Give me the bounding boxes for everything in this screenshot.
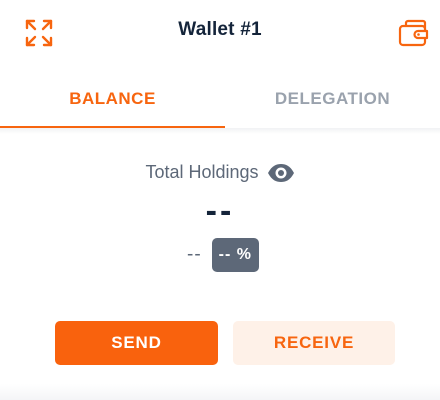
wallet-app: Wallet #1 BALANCE DELEGATION Total Holdi… <box>0 0 440 400</box>
balance-change-row: -- -- % <box>0 238 440 272</box>
header: Wallet #1 <box>0 0 440 66</box>
tab-bar: BALANCE DELEGATION <box>0 70 440 128</box>
wallets-button[interactable] <box>398 17 430 49</box>
total-holdings-row: Total Holdings <box>0 162 440 183</box>
send-button[interactable]: SEND <box>55 321 218 365</box>
bottom-divider <box>0 384 440 400</box>
tab-divider <box>0 128 440 134</box>
tab-balance[interactable]: BALANCE <box>0 70 225 128</box>
balance-change-value: -- <box>187 244 202 265</box>
wallets-icon <box>398 19 429 47</box>
total-holdings-label: Total Holdings <box>145 162 259 182</box>
receive-button[interactable]: RECEIVE <box>233 321 395 365</box>
total-balance-value: -- <box>205 192 235 230</box>
toggle-visibility-button[interactable] <box>267 163 295 183</box>
balance-change-percent-badge: -- % <box>211 238 259 272</box>
eye-icon <box>267 163 294 182</box>
wallet-title: Wallet #1 <box>178 19 262 40</box>
tab-delegation[interactable]: DELEGATION <box>225 70 440 128</box>
